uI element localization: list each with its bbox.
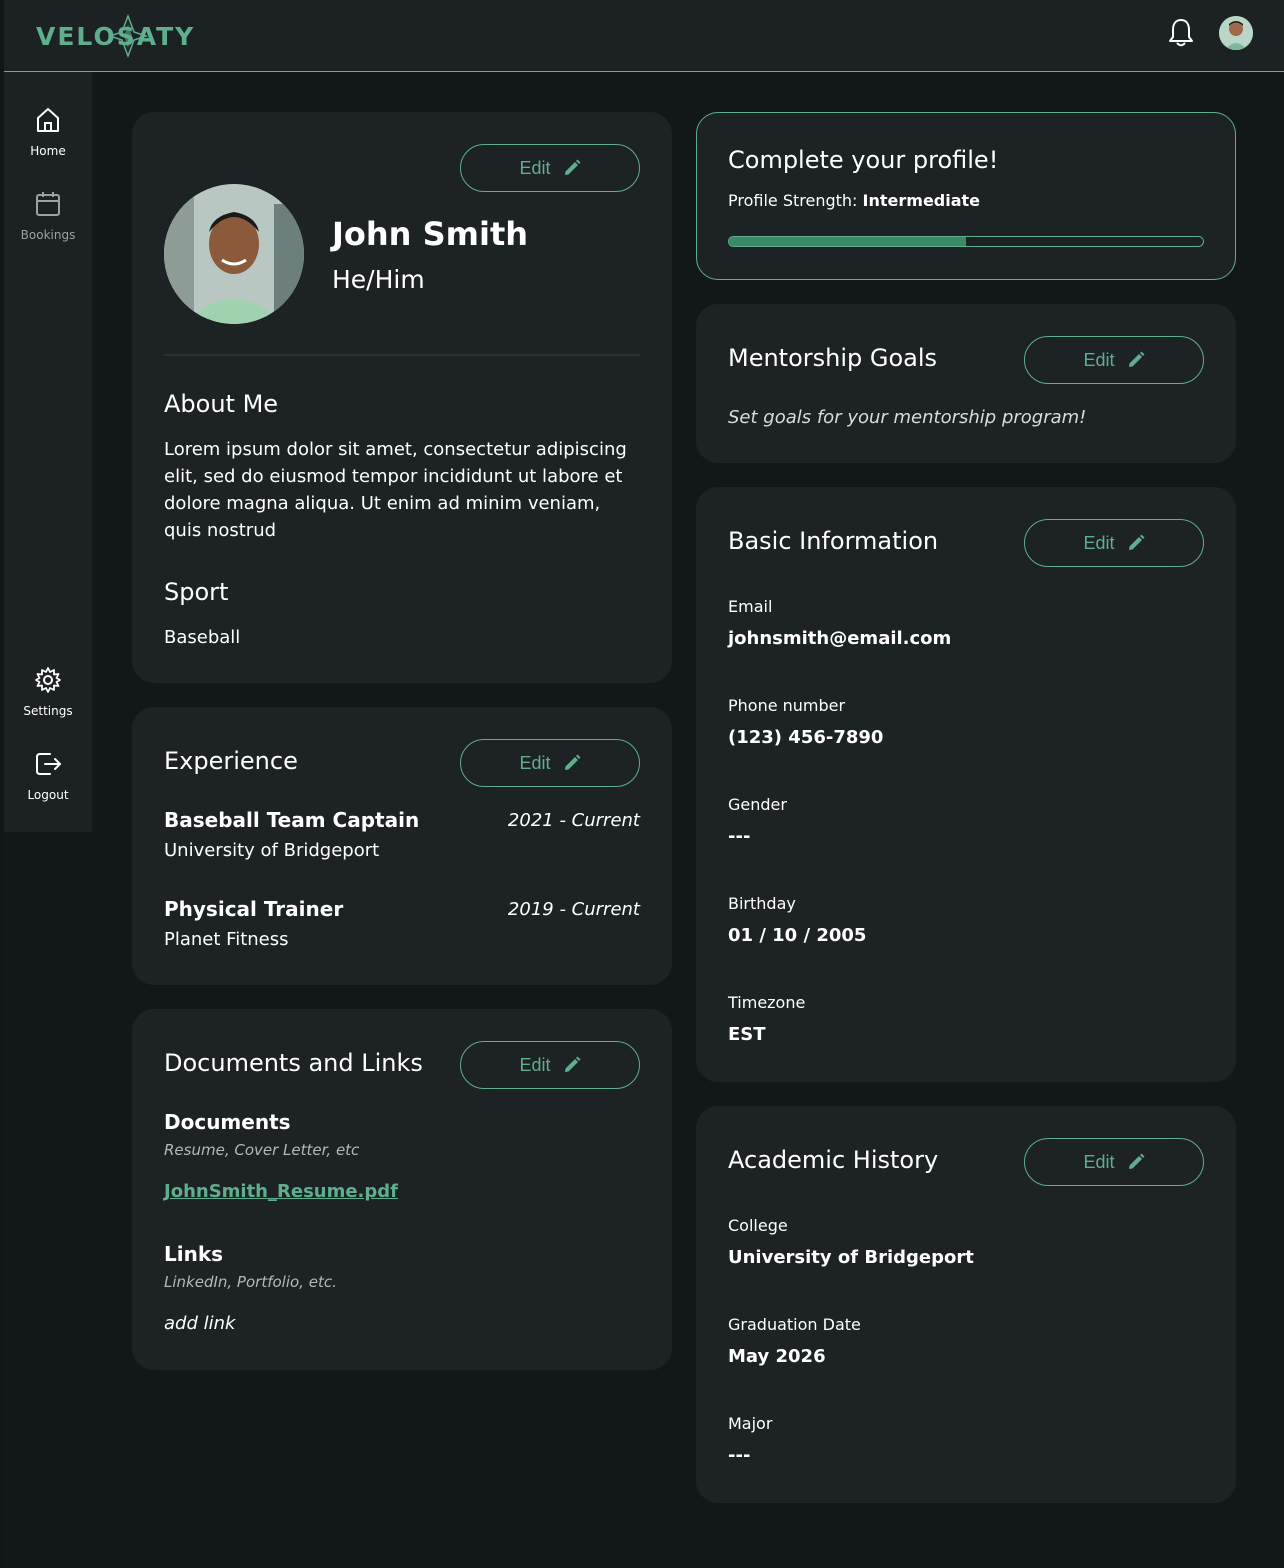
email-label: Email <box>728 597 773 616</box>
edit-label: Edit <box>1083 532 1115 553</box>
completion-heading: Complete your profile! <box>728 146 999 174</box>
edit-label: Edit <box>519 752 551 773</box>
email-value: johnsmith@email.com <box>728 628 952 649</box>
strength-label: Profile Strength: <box>728 191 858 210</box>
basic-info-card: Basic Information Edit Email johnsmith@e… <box>696 487 1236 1082</box>
brand-logo[interactable]: VELOSATY <box>36 14 195 58</box>
avatar-image <box>1219 16 1253 50</box>
academic-heading: Academic History <box>728 1146 939 1174</box>
divider <box>164 354 640 356</box>
user-avatar[interactable] <box>1219 16 1253 50</box>
profile-photo[interactable] <box>164 184 304 324</box>
home-icon <box>37 108 59 132</box>
mentorship-placeholder: Set goals for your mentorship program! <box>728 407 1087 428</box>
experience-dates: 2019 - Current <box>507 899 640 920</box>
pencil-icon <box>1128 351 1145 367</box>
major-value: --- <box>728 1445 751 1466</box>
profile-completion-card: Complete your profile! Profile Strength:… <box>696 112 1236 280</box>
experience-title: Physical Trainer <box>164 897 344 921</box>
profile-pronouns: He/Him <box>332 265 425 294</box>
mentorship-card: Mentorship Goals Edit Set goals for your… <box>696 304 1236 463</box>
documents-hint: Resume, Cover Letter, etc <box>164 1141 360 1159</box>
edit-mentorship-button[interactable]: Edit <box>1024 336 1204 384</box>
phone-label: Phone number <box>728 696 846 715</box>
college-label: College <box>728 1216 788 1235</box>
timezone-label: Timezone <box>728 993 806 1012</box>
sidebar-item-logout[interactable]: Logout <box>4 750 92 803</box>
gender-label: Gender <box>728 795 787 814</box>
add-link-button[interactable]: add link <box>164 1310 235 1337</box>
basic-info-heading: Basic Information <box>728 527 939 555</box>
timezone-value: EST <box>728 1024 766 1045</box>
mentorship-heading: Mentorship Goals <box>728 344 938 372</box>
graduation-label: Graduation Date <box>728 1315 861 1334</box>
edit-label: Edit <box>519 1054 551 1075</box>
sport-value: Baseball <box>164 627 241 648</box>
birthday-label: Birthday <box>728 894 796 913</box>
graduation-value: May 2026 <box>728 1346 826 1367</box>
birthday-value: 01 / 10 / 2005 <box>728 925 867 946</box>
about-heading: About Me <box>164 390 279 418</box>
edit-documents-button[interactable]: Edit <box>460 1041 640 1089</box>
gear-icon <box>35 667 61 693</box>
links-subheading: Links <box>164 1242 224 1266</box>
documents-heading: Documents and Links <box>164 1049 423 1077</box>
sidebar-item-bookings[interactable]: Bookings <box>4 190 92 243</box>
sidebar-item-label: Settings <box>23 704 73 718</box>
edit-academic-button[interactable]: Edit <box>1024 1138 1204 1186</box>
profile-strength-label: Profile Strength: Intermediate <box>728 191 980 210</box>
logout-icon <box>36 753 61 775</box>
sidebar: Home Bookings Settings Logout <box>4 72 92 832</box>
experience-dates: 2021 - Current <box>507 810 640 831</box>
documents-subheading: Documents <box>164 1110 291 1134</box>
links-hint: LinkedIn, Portfolio, etc. <box>164 1273 337 1291</box>
profile-progress-bar <box>728 236 1204 247</box>
progress-fill <box>729 237 966 246</box>
edit-experience-button[interactable]: Edit <box>460 739 640 787</box>
sidebar-item-settings[interactable]: Settings <box>4 666 92 719</box>
sidebar-item-label: Bookings <box>20 228 76 242</box>
sidebar-item-label: Home <box>30 144 66 158</box>
major-label: Major <box>728 1414 773 1433</box>
profile-card: Edit John Smith He/Him About Me Lorem ip… <box>132 112 672 683</box>
sidebar-item-label: Logout <box>27 788 69 802</box>
pencil-icon <box>1128 1153 1145 1169</box>
logo-star-icon <box>108 14 148 58</box>
edit-label: Edit <box>1083 1151 1115 1172</box>
experience-org: Planet Fitness <box>164 929 289 950</box>
profile-name: John Smith <box>332 215 529 253</box>
pencil-icon <box>564 159 581 175</box>
edit-label: Edit <box>519 157 551 178</box>
documents-card: Documents and Links Edit Documents Resum… <box>132 1009 672 1370</box>
strength-value: Intermediate <box>862 191 981 210</box>
top-bar: VELOSATY <box>4 0 1284 72</box>
experience-card: Experience Edit Baseball Team Captain Un… <box>132 707 672 985</box>
experience-title: Baseball Team Captain <box>164 808 420 832</box>
pencil-icon <box>564 1056 581 1072</box>
college-value: University of Bridgeport <box>728 1247 974 1268</box>
experience-heading: Experience <box>164 747 298 775</box>
calendar-icon <box>36 192 60 216</box>
edit-profile-button[interactable]: Edit <box>460 144 640 192</box>
gender-value: --- <box>728 826 751 847</box>
phone-value: (123) 456-7890 <box>728 727 884 748</box>
edit-basic-info-button[interactable]: Edit <box>1024 519 1204 567</box>
academic-card: Academic History Edit College University… <box>696 1106 1236 1503</box>
sidebar-item-home[interactable]: Home <box>4 106 92 159</box>
experience-org: University of Bridgeport <box>164 840 380 861</box>
edit-label: Edit <box>1083 349 1115 370</box>
resume-file-link[interactable]: JohnSmith_Resume.pdf <box>164 1181 398 1202</box>
sport-heading: Sport <box>164 578 229 606</box>
pencil-icon <box>1128 534 1145 550</box>
bell-icon[interactable] <box>1166 16 1196 48</box>
pencil-icon <box>564 754 581 770</box>
profile-photo-image <box>164 184 304 324</box>
about-text: Lorem ipsum dolor sit amet, consectetur … <box>164 439 627 541</box>
